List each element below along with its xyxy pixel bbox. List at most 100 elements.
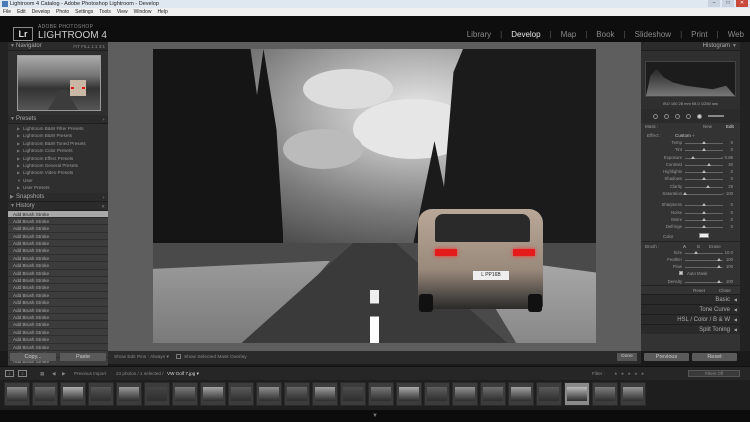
color-swatch[interactable] bbox=[699, 232, 709, 238]
history-header[interactable]: ▼ History ✕ bbox=[8, 201, 108, 211]
slider-knob[interactable] bbox=[705, 184, 710, 188]
history-item[interactable]: Add Brush Stroke bbox=[8, 291, 108, 300]
slider-value[interactable]: 0 bbox=[731, 217, 733, 222]
history-item[interactable]: Add Brush Stroke bbox=[8, 321, 108, 329]
grid-icon[interactable]: ▦ bbox=[40, 371, 44, 377]
histogram[interactable]: ISO 100 28 mm f/8.0 1/250 sec bbox=[641, 51, 740, 109]
filter-select[interactable]: Filters Off bbox=[688, 370, 740, 377]
slider-feather[interactable]: Feather 100 bbox=[641, 256, 740, 263]
preset-folder[interactable]: ▶ User Presets bbox=[8, 184, 108, 191]
preset-folder[interactable]: ▶ Lightroom B&W Presets bbox=[8, 132, 108, 139]
slider-track[interactable] bbox=[685, 252, 723, 254]
history-item[interactable]: Add Brush Stroke bbox=[8, 232, 108, 241]
crop-tool-icon[interactable] bbox=[653, 113, 658, 119]
filmstrip-thumbnail[interactable] bbox=[88, 382, 114, 406]
slider-value[interactable]: 0 bbox=[731, 224, 733, 229]
module-map[interactable]: Map bbox=[561, 30, 577, 39]
section-basic[interactable]: Basic ◀ bbox=[641, 294, 740, 305]
history-item[interactable]: Add Brush Stroke bbox=[8, 328, 108, 337]
brush-close-button[interactable]: Close bbox=[719, 288, 731, 293]
section-split-toning[interactable]: Split Toning ◀ bbox=[641, 324, 740, 335]
slider-value[interactable]: 0 bbox=[731, 210, 733, 215]
navigator-header[interactable]: ▼ Navigator FIT FILL 1:1 3:1 bbox=[8, 42, 108, 51]
slider-value[interactable]: − 0.86 bbox=[721, 155, 733, 160]
menu-tools[interactable]: Tools bbox=[99, 8, 111, 16]
module-slideshow[interactable]: Slideshow bbox=[635, 30, 671, 39]
filmstrip-thumbnail[interactable] bbox=[480, 382, 506, 406]
slider-density[interactable]: Density 100 bbox=[641, 278, 740, 285]
slider-flow[interactable]: Flow 100 bbox=[641, 263, 740, 270]
history-item[interactable]: Add Brush Stroke bbox=[8, 299, 108, 307]
slider-moire[interactable]: Moire 0 bbox=[641, 216, 740, 223]
add-preset-icon[interactable]: + bbox=[102, 115, 105, 124]
filmstrip-thumbnail[interactable] bbox=[340, 382, 366, 406]
snapshots-header[interactable]: ▶ Snapshots + bbox=[8, 192, 108, 202]
brush-reset-button[interactable]: Reset bbox=[693, 288, 705, 293]
add-snapshot-icon[interactable]: + bbox=[102, 193, 105, 202]
slider-value[interactable]: − 100 bbox=[722, 191, 733, 196]
filmstrip-thumbnail[interactable] bbox=[228, 382, 254, 406]
main-photo[interactable]: L PP16B bbox=[153, 49, 596, 343]
slider-value[interactable]: 0 bbox=[731, 202, 733, 207]
slider-clarity[interactable]: Clarity 29 bbox=[641, 183, 740, 190]
filmstrip-thumbnail[interactable] bbox=[200, 382, 226, 406]
preset-folder[interactable]: ▶ Lightroom B&W Filter Presets bbox=[8, 125, 108, 132]
filmstrip-thumbnail[interactable] bbox=[60, 382, 86, 406]
filmstrip-thumbnail[interactable] bbox=[536, 382, 562, 406]
selected-filename[interactable]: VW Golf 7.jpg ▾ bbox=[167, 371, 199, 377]
filmstrip-thumbnail[interactable] bbox=[368, 382, 394, 406]
monitor-2-button[interactable]: 2 bbox=[18, 370, 27, 377]
red-eye-icon[interactable] bbox=[675, 113, 680, 119]
bottom-panel-toggle[interactable]: ▼ bbox=[0, 410, 750, 422]
filmstrip-thumbnail[interactable] bbox=[32, 382, 58, 406]
right-panel-scrollbar[interactable] bbox=[740, 42, 750, 351]
history-item[interactable]: Add Brush Stroke bbox=[8, 247, 108, 255]
filmstrip-thumbnail[interactable] bbox=[4, 382, 30, 406]
slider-track[interactable] bbox=[685, 186, 723, 188]
slider-value[interactable]: 29 bbox=[728, 184, 733, 189]
history-item[interactable]: Add Brush Stroke bbox=[8, 277, 108, 285]
copy-settings-button[interactable]: Copy... bbox=[10, 353, 56, 361]
module-web[interactable]: Web bbox=[728, 30, 744, 39]
slider-value[interactable]: 30 bbox=[728, 162, 733, 167]
slider-highlights[interactable]: Highlights 0 bbox=[641, 168, 740, 175]
slider-knob[interactable] bbox=[702, 217, 706, 221]
history-item[interactable]: Add Brush Stroke bbox=[8, 225, 108, 233]
previous-button[interactable]: Previous bbox=[644, 353, 689, 361]
history-item[interactable]: Add Brush Stroke bbox=[8, 336, 108, 344]
slider-knob[interactable] bbox=[717, 265, 722, 269]
preset-folder[interactable]: ▼ User bbox=[8, 177, 108, 184]
filmstrip-thumbnail[interactable] bbox=[620, 382, 646, 406]
slider-size[interactable]: Size 10.0 bbox=[641, 249, 740, 256]
back-arrow-icon[interactable]: ◀ bbox=[52, 371, 56, 377]
history-item[interactable]: Add Brush Stroke bbox=[8, 284, 108, 292]
presets-header[interactable]: ▼ Presets + bbox=[8, 115, 108, 124]
close-button[interactable]: ✕ bbox=[736, 0, 748, 7]
slider-saturation[interactable]: Saturation − 100 bbox=[641, 190, 740, 197]
menu-file[interactable]: File bbox=[3, 8, 11, 16]
slider-knob[interactable] bbox=[694, 250, 699, 254]
source-label[interactable]: Previous Import bbox=[74, 371, 106, 376]
clear-history-icon[interactable]: ✕ bbox=[101, 202, 105, 211]
mask-overlay-checkbox[interactable] bbox=[176, 354, 181, 359]
history-item[interactable]: Add Brush Stroke bbox=[8, 217, 108, 226]
filmstrip-thumbnail[interactable] bbox=[256, 382, 282, 406]
graduated-filter-icon[interactable] bbox=[686, 113, 691, 119]
spot-removal-icon[interactable] bbox=[664, 113, 669, 119]
preset-folder[interactable]: ▶ Lightroom Video Presets bbox=[8, 169, 108, 176]
minimize-button[interactable]: – bbox=[708, 0, 720, 7]
slider-knob[interactable] bbox=[717, 257, 722, 261]
effect-select[interactable]: Custom ÷ bbox=[675, 133, 695, 138]
slider-knob[interactable] bbox=[702, 170, 706, 174]
auto-mask-checkbox[interactable] bbox=[679, 271, 683, 276]
menu-develop[interactable]: Develop bbox=[32, 8, 50, 16]
filmstrip-thumbnail[interactable] bbox=[508, 382, 534, 406]
slider-defringe[interactable]: Defringe 0 bbox=[641, 223, 740, 230]
filmstrip-thumbnail[interactable] bbox=[396, 382, 422, 406]
filmstrip-thumbnail[interactable] bbox=[116, 382, 142, 406]
filmstrip-thumbnail[interactable] bbox=[592, 382, 618, 406]
left-panel-scrollbar[interactable] bbox=[0, 42, 8, 351]
menu-window[interactable]: Window bbox=[134, 8, 152, 16]
slider-contrast[interactable]: Contrast 30 bbox=[641, 161, 740, 168]
slider-tint[interactable]: Tint 0 bbox=[641, 146, 740, 153]
